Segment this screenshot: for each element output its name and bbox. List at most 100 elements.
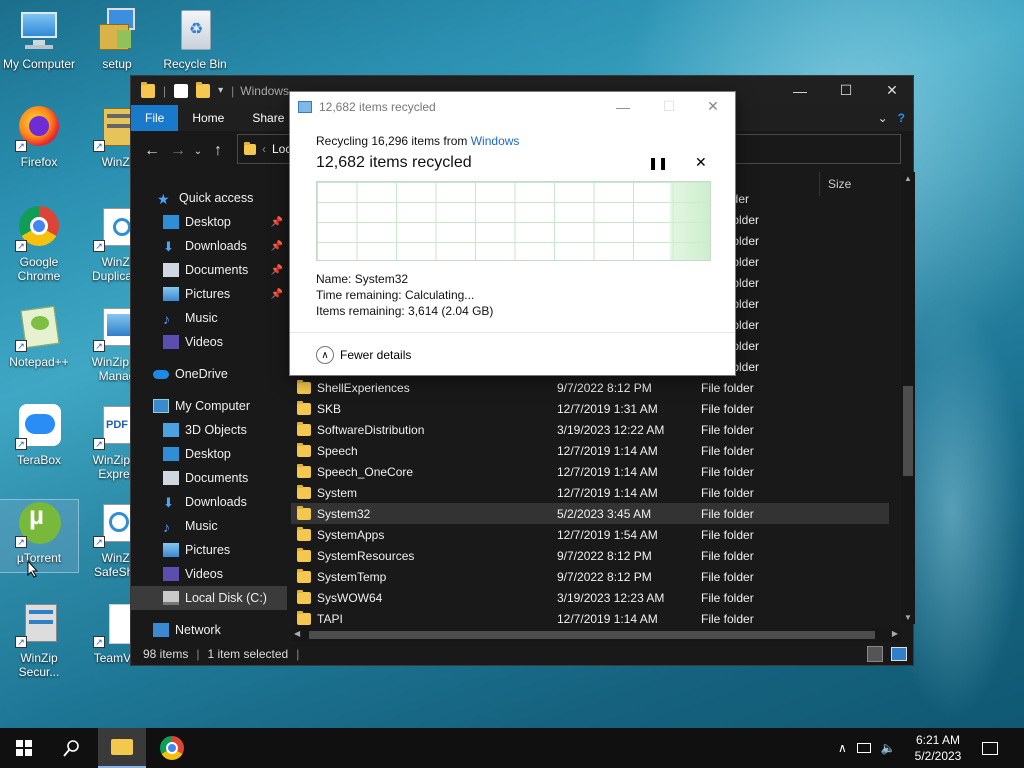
sidebar-item-videos-pc[interactable]: Videos [131, 562, 223, 586]
sidebar-item-desktop-pc[interactable]: Desktop [131, 442, 231, 466]
taskbar-chrome[interactable] [148, 728, 196, 768]
recycle-progress-dialog[interactable]: 12,682 items recycled — ☐ ✕ Recycling 16… [289, 91, 736, 376]
qat-dropdown-icon[interactable]: ▾ [218, 85, 223, 96]
table-row-selected[interactable]: System32 5/2/2023 3:45 AM File folder [291, 503, 889, 524]
notifications-button[interactable] [982, 728, 1002, 768]
table-row[interactable]: ShellExperiences 9/7/2022 8:12 PM File f… [291, 377, 889, 398]
sidebar-item-documents[interactable]: Documents 📌 [131, 258, 287, 282]
close-button[interactable]: ✕ [869, 76, 915, 105]
sidebar-item-music-pc[interactable]: ♪ Music [131, 514, 218, 538]
window-title: Windows [240, 83, 289, 98]
minimize-button[interactable]: — [777, 76, 823, 105]
search-icon [63, 740, 79, 757]
scroll-thumb[interactable] [309, 631, 875, 639]
table-row[interactable]: SysWOW64 3/19/2023 12:23 AM File folder [291, 587, 889, 608]
sidebar-item-3d-objects[interactable]: 3D Objects [131, 418, 247, 442]
volume-icon[interactable]: 🔈 [881, 741, 896, 755]
horizontal-scrollbar[interactable]: ◀ ▶ [291, 628, 901, 642]
sidebar-item-quick-access[interactable]: ★ Quick access [131, 186, 253, 210]
network-icon [153, 623, 169, 637]
desktop-icon-google-chrome[interactable]: ↗ Google Chrome [0, 204, 78, 283]
dialog-minimize-button[interactable]: — [600, 92, 646, 121]
folder-icon [297, 610, 311, 625]
sidebar-item-my-computer[interactable]: My Computer [131, 394, 250, 418]
vertical-scrollbar[interactable]: ▲ ▼ [901, 172, 915, 624]
maximize-button[interactable]: ☐ [823, 76, 869, 105]
sidebar-item-onedrive[interactable]: OneDrive [131, 362, 228, 386]
recycle-bin-icon: ♻ [171, 6, 219, 54]
chrome-icon: ↗ [15, 204, 63, 252]
progress-graph-fill [670, 182, 710, 260]
details-view-icon[interactable] [867, 646, 883, 662]
recent-locations-button[interactable]: ⌄ [191, 146, 205, 157]
desktop-icon-firefox[interactable]: ↗ Firefox [0, 104, 78, 169]
desktop-icon [163, 215, 179, 229]
terabox-icon: ↗ [15, 402, 63, 450]
source-folder-link[interactable]: Windows [471, 134, 520, 148]
mouse-cursor-icon [27, 560, 39, 578]
desktop-icon-recycle-bin[interactable]: ♻ Recycle Bin [156, 6, 234, 71]
sidebar-item-downloads[interactable]: ⬇ Downloads 📌 [131, 234, 287, 258]
large-icons-view-icon[interactable] [891, 647, 907, 661]
recycling-from-line: Recycling 16,296 items from Windows [316, 134, 520, 148]
clock[interactable]: 6:21 AM 5/2/2023 [908, 728, 968, 768]
progress-window-icon [298, 100, 312, 113]
table-row[interactable]: SystemApps 12/7/2019 1:54 AM File folder [291, 524, 889, 545]
ribbon-expand-icon[interactable]: ⌄ [878, 111, 888, 125]
sidebar-item-local-disk[interactable]: Local Disk (C:) [131, 586, 287, 610]
sidebar-item-desktop[interactable]: Desktop 📌 [131, 210, 287, 234]
table-row[interactable]: SystemResources 9/7/2022 8:12 PM File fo… [291, 545, 889, 566]
table-row[interactable]: SoftwareDistribution 3/19/2023 12:22 AM … [291, 419, 889, 440]
sidebar-item-pictures-pc[interactable]: Pictures [131, 538, 230, 562]
table-row[interactable]: System 12/7/2019 1:14 AM File folder [291, 482, 889, 503]
table-row[interactable]: SystemTemp 9/7/2022 8:12 PM File folder [291, 566, 889, 587]
scroll-thumb[interactable] [903, 386, 913, 476]
folder-icon [244, 141, 256, 155]
sidebar-item-downloads-pc[interactable]: ⬇ Downloads [131, 490, 247, 514]
scroll-down-icon[interactable]: ▼ [904, 613, 912, 622]
table-row[interactable]: Speech 12/7/2019 1:14 AM File folder [291, 440, 889, 461]
dialog-titlebar[interactable]: 12,682 items recycled — ☐ ✕ [290, 92, 735, 121]
dialog-maximize-button[interactable]: ☐ [646, 92, 692, 121]
network-icon[interactable] [856, 743, 871, 753]
desktop-icon-winzip-secure[interactable]: ↗ WinZip Secur... [0, 600, 78, 679]
desktop-icon-my-computer[interactable]: My Computer [0, 6, 78, 71]
fewer-details-button[interactable]: ∧ Fewer details [316, 346, 411, 364]
status-selected-count: 1 item selected [207, 647, 289, 661]
table-row[interactable]: Speech_OneCore 12/7/2019 1:14 AM File fo… [291, 461, 889, 482]
detail-time-remaining: Time remaining: Calculating... [316, 288, 475, 302]
tab-file[interactable]: File [131, 105, 179, 131]
desktop-icon-terabox[interactable]: ↗ TeraBox [0, 402, 78, 467]
sidebar-item-pictures[interactable]: Pictures 📌 [131, 282, 287, 306]
cancel-button[interactable]: ✕ [695, 154, 707, 171]
utorrent-icon: µ ↗ [15, 500, 63, 548]
tab-home[interactable]: Home [178, 105, 238, 131]
pause-button[interactable]: ❚❚ [648, 156, 668, 170]
properties-icon[interactable] [174, 83, 189, 98]
music-icon: ♪ [163, 311, 170, 327]
new-folder-icon[interactable] [196, 81, 211, 98]
table-row[interactable]: TAPI 12/7/2019 1:14 AM File folder [291, 608, 889, 629]
search-button[interactable] [48, 728, 96, 768]
sidebar-item-videos[interactable]: Videos [131, 330, 223, 354]
sidebar-item-documents-pc[interactable]: Documents [131, 466, 248, 490]
folder-icon [297, 442, 311, 457]
sidebar-item-music[interactable]: ♪ Music [131, 306, 218, 330]
back-button[interactable]: ← [139, 142, 165, 160]
show-hidden-icons-icon[interactable]: ∧ [838, 741, 847, 755]
dialog-close-button[interactable]: ✕ [690, 92, 736, 121]
scroll-right-icon[interactable]: ▶ [892, 629, 898, 638]
start-button[interactable] [0, 728, 48, 768]
desktop-icon-utorrent[interactable]: µ ↗ µTorrent [0, 499, 79, 573]
sidebar-item-network[interactable]: Network [131, 618, 221, 642]
scroll-up-icon[interactable]: ▲ [904, 174, 912, 183]
taskbar-file-explorer[interactable] [98, 728, 146, 768]
help-icon[interactable]: ? [898, 111, 905, 125]
scroll-left-icon[interactable]: ◀ [294, 629, 300, 638]
desktop-icon-setup[interactable]: setup [78, 6, 156, 71]
up-button[interactable]: ↑ [205, 142, 231, 160]
progress-graph [316, 181, 711, 261]
forward-button[interactable]: → [165, 142, 191, 160]
desktop-icon-notepad-plus-plus[interactable]: ↗ Notepad++ [0, 304, 78, 369]
table-row[interactable]: SKB 12/7/2019 1:31 AM File folder [291, 398, 889, 419]
